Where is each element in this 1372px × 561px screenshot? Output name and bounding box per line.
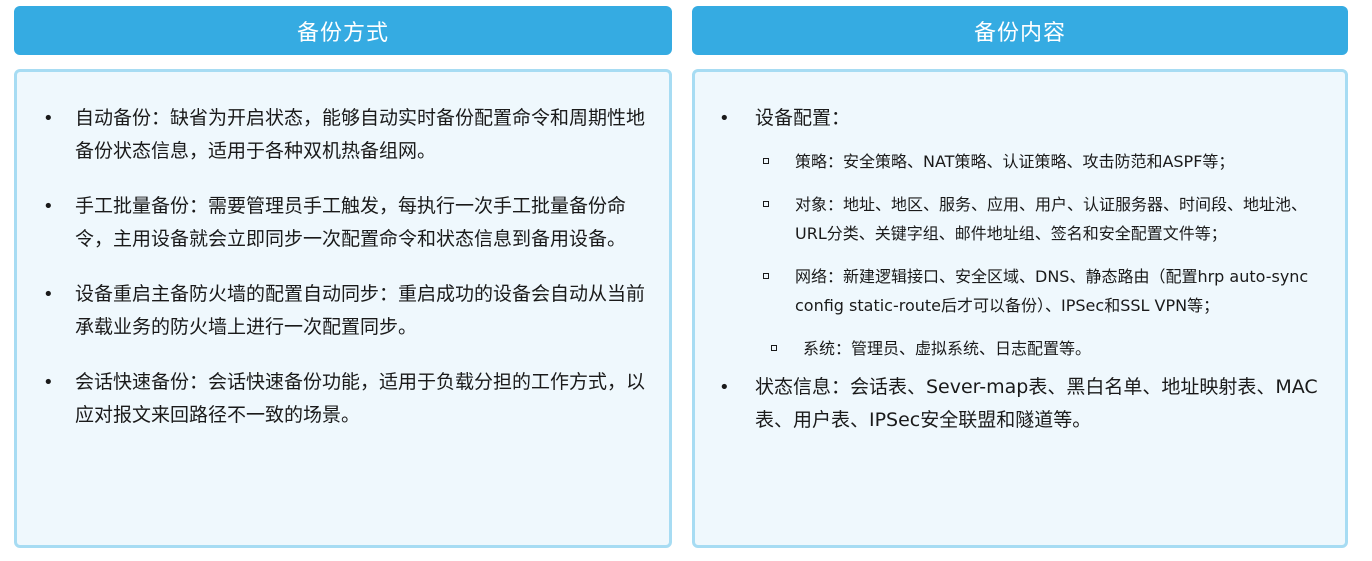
device-config-sublist: 策略：安全策略、NAT策略、认证策略、攻击防范和ASPF等； 对象：地址、地区、… [755,147,1329,363]
backup-method-column: 备份方式 • 自动备份：缺省为开启状态，能够自动实时备份配置命令和周期性地备份状态… [14,6,672,548]
sub-item-system: 系统：管理员、虚拟系统、日志配置等。 [755,334,1329,363]
square-bullet-icon [771,345,777,351]
backup-content-title: 备份内容 [973,20,1066,46]
bullet-icon: • [719,377,730,398]
device-config-label: 设备配置： [755,107,851,129]
backup-content-panel: • 设备配置： 策略：安全策略、NAT策略、认证策略、攻击防范和ASPF等； 对… [692,69,1348,548]
bullet-icon: • [719,108,730,129]
bullet-icon: • [43,108,54,129]
backup-method-header: 备份方式 [14,6,672,55]
backup-content-header: 备份内容 [692,6,1348,55]
list-item: • 自动备份：缺省为开启状态，能够自动实时备份配置命令和周期性地备份状态信息，适用… [39,102,649,168]
backup-method-panel: • 自动备份：缺省为开启状态，能够自动实时备份配置命令和周期性地备份状态信息，适用… [14,69,672,548]
device-config-item: • 设备配置： 策略：安全策略、NAT策略、认证策略、攻击防范和ASPF等； 对… [715,102,1329,363]
backup-method-title: 备份方式 [296,20,389,46]
state-info-text: 状态信息：会话表、Sever-map表、黑白名单、地址映射表、MAC表、用户表、… [755,376,1318,431]
state-info-item: • 状态信息：会话表、Sever-map表、黑白名单、地址映射表、MAC表、用户… [715,371,1329,437]
square-bullet-icon [763,273,769,279]
sub-item-object: 对象：地址、地区、服务、应用、用户、认证服务器、时间段、地址池、URL分类、关键… [755,190,1329,248]
backup-content-column: 备份内容 • 设备配置： 策略：安全策略、NAT策略、认证策略、攻击防范和ASP… [692,6,1348,548]
backup-content-list: • 设备配置： 策略：安全策略、NAT策略、认证策略、攻击防范和ASPF等； 对… [695,72,1345,437]
list-item: • 手工批量备份：需要管理员手工触发，每执行一次手工批量备份命令，主用设备就会立即… [39,190,649,256]
bullet-icon: • [43,196,54,217]
bullet-icon: • [43,372,54,393]
list-item: • 设备重启主备防火墙的配置自动同步：重启成功的设备会自动从当前承载业务的防火墙上… [39,278,649,344]
square-bullet-icon [763,158,769,164]
square-bullet-icon [763,201,769,207]
bullet-icon: • [43,284,54,305]
sub-item-network: 网络：新建逻辑接口、安全区域、DNS、静态路由（配置hrp auto-sync … [755,262,1329,320]
list-item: • 会话快速备份：会话快速备份功能，适用于负载分担的工作方式，以应对报文来回路径不… [39,366,649,432]
sub-item-policy: 策略：安全策略、NAT策略、认证策略、攻击防范和ASPF等； [755,147,1329,176]
backup-method-list: • 自动备份：缺省为开启状态，能够自动实时备份配置命令和周期性地备份状态信息，适用… [17,72,669,432]
